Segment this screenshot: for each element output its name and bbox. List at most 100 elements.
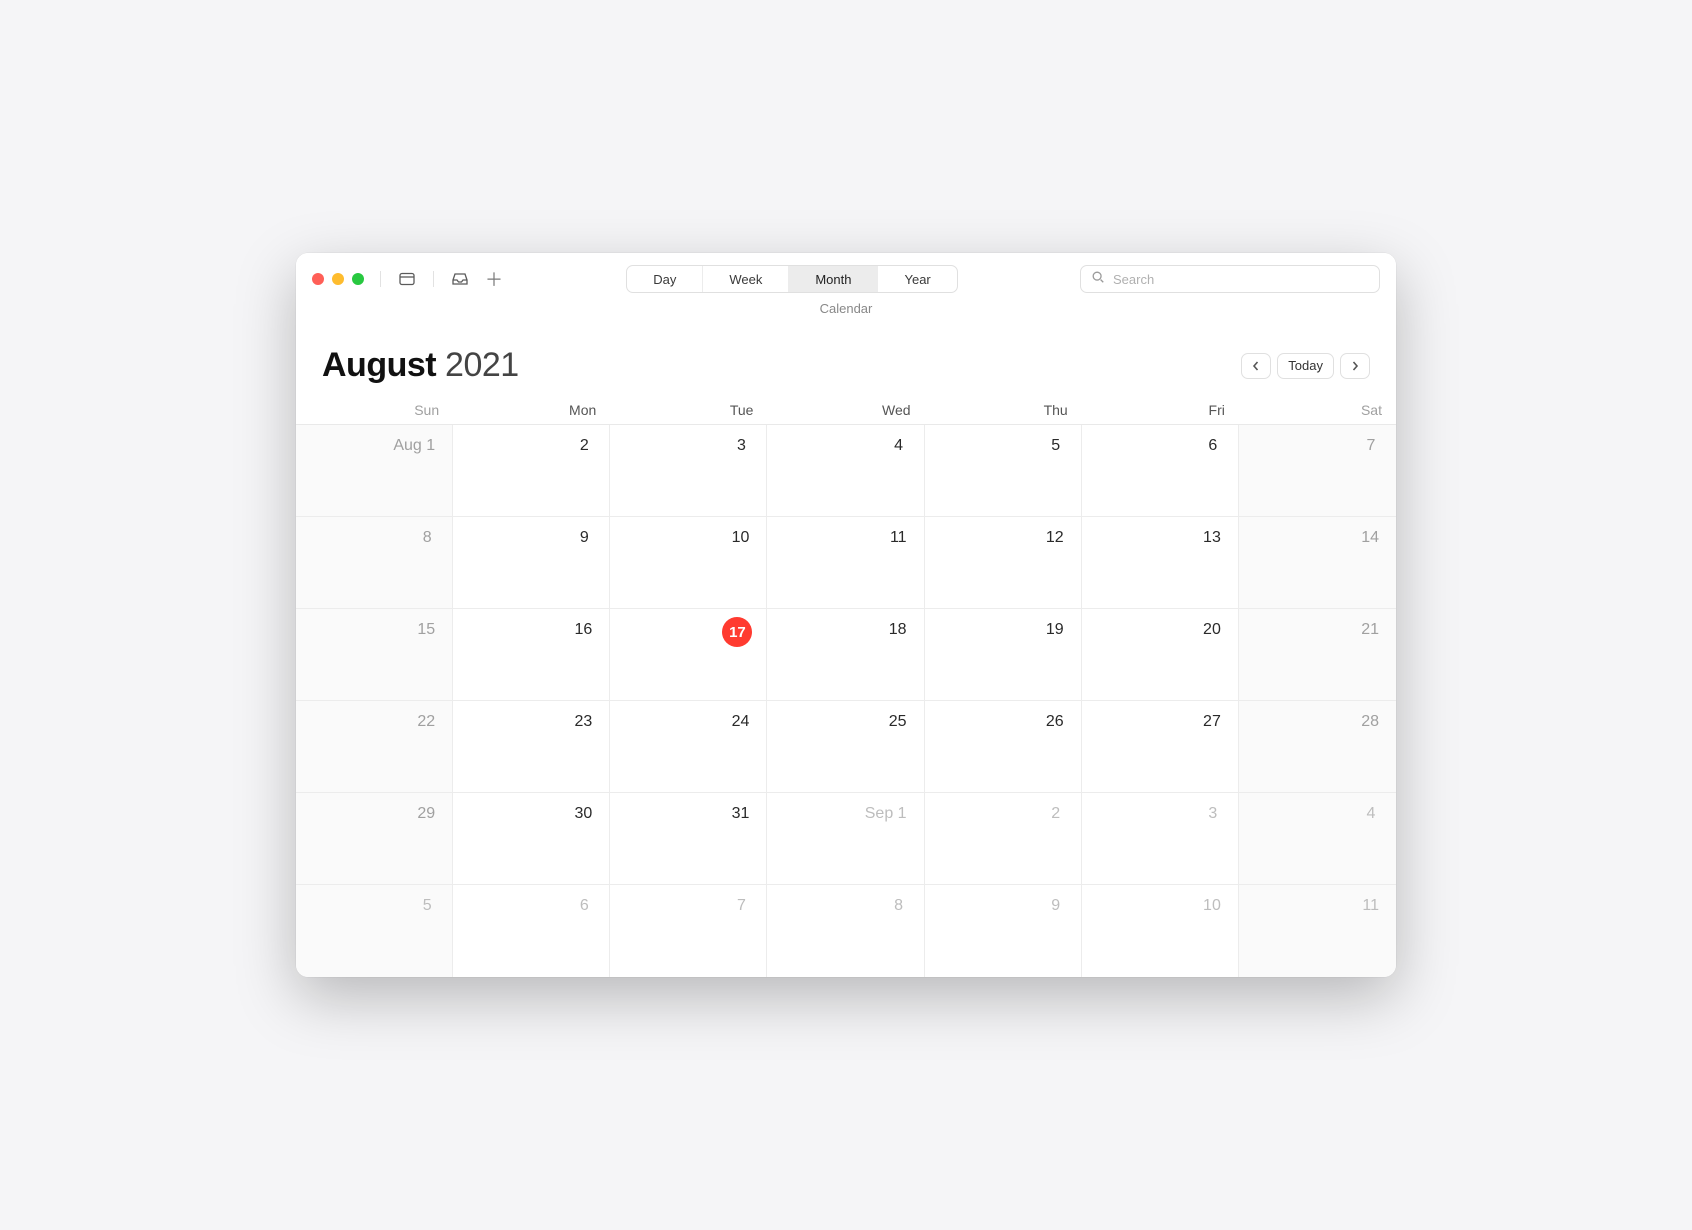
day-cell[interactable]: 5 <box>296 885 453 977</box>
day-cell[interactable]: 23 <box>453 701 610 793</box>
day-cell[interactable]: 12 <box>925 517 1082 609</box>
day-cell[interactable]: 30 <box>453 793 610 885</box>
day-number: 8 <box>416 525 438 551</box>
maximize-window-button[interactable] <box>352 273 364 285</box>
day-cell[interactable]: 3 <box>610 425 767 517</box>
day-cell[interactable]: 16 <box>453 609 610 701</box>
day-cell[interactable]: 28 <box>1239 701 1396 793</box>
day-cell[interactable]: 15 <box>296 609 453 701</box>
day-cell[interactable]: 9 <box>453 517 610 609</box>
day-number: 5 <box>1045 433 1067 459</box>
day-number: 20 <box>1200 617 1224 643</box>
day-cell[interactable]: 31 <box>610 793 767 885</box>
month-nav: Today <box>1241 353 1370 379</box>
tab-month[interactable]: Month <box>789 266 878 292</box>
weekday-sun: Sun <box>296 396 453 424</box>
day-number: 29 <box>414 801 438 827</box>
weekday-thu: Thu <box>925 396 1082 424</box>
day-cell[interactable]: 29 <box>296 793 453 885</box>
day-cell[interactable]: 2 <box>925 793 1082 885</box>
day-cell[interactable]: 8 <box>767 885 924 977</box>
day-cell[interactable]: 22 <box>296 701 453 793</box>
calendar-header: August 2021 Today <box>296 332 1396 396</box>
view-switcher: Day Week Month Year <box>626 265 958 293</box>
day-cell[interactable]: 3 <box>1082 793 1239 885</box>
day-number: 6 <box>1202 433 1224 459</box>
day-number: 26 <box>1043 709 1067 735</box>
month-grid: Aug 123456789101112131415161718192021222… <box>296 425 1396 977</box>
day-cell[interactable]: 27 <box>1082 701 1239 793</box>
day-number: 3 <box>1202 801 1224 827</box>
day-number: 2 <box>573 433 595 459</box>
calendar-window: ＋ Day Week Month Year Calendar August 20… <box>296 253 1396 977</box>
today-button[interactable]: Today <box>1277 353 1334 379</box>
day-number: 5 <box>416 893 438 919</box>
day-cell[interactable]: 24 <box>610 701 767 793</box>
day-number: 14 <box>1358 525 1382 551</box>
toolbar: ＋ Day Week Month Year <box>296 253 1396 301</box>
day-cell[interactable]: 6 <box>1082 425 1239 517</box>
prev-month-button[interactable] <box>1241 353 1271 379</box>
day-cell[interactable]: 2 <box>453 425 610 517</box>
day-cell[interactable]: Aug 1 <box>296 425 453 517</box>
day-cell[interactable]: 10 <box>1082 885 1239 977</box>
day-number: 10 <box>1200 893 1224 919</box>
day-cell[interactable]: 20 <box>1082 609 1239 701</box>
day-number: 24 <box>729 709 753 735</box>
day-number: 19 <box>1043 617 1067 643</box>
day-number: 25 <box>886 709 910 735</box>
weekday-mon: Mon <box>453 396 610 424</box>
search-icon <box>1091 270 1105 289</box>
add-event-icon[interactable]: ＋ <box>484 269 504 289</box>
tab-week[interactable]: Week <box>703 266 789 292</box>
day-cell[interactable]: Sep 1 <box>767 793 924 885</box>
day-cell[interactable]: 9 <box>925 885 1082 977</box>
day-cell[interactable]: 8 <box>296 517 453 609</box>
weekday-sat: Sat <box>1239 396 1396 424</box>
close-window-button[interactable] <box>312 273 324 285</box>
day-cell[interactable]: 11 <box>767 517 924 609</box>
day-number: 6 <box>573 893 595 919</box>
day-cell[interactable]: 7 <box>610 885 767 977</box>
weekday-header-row: Sun Mon Tue Wed Thu Fri Sat <box>296 396 1396 425</box>
day-cell[interactable]: 17 <box>610 609 767 701</box>
day-number: 23 <box>571 709 595 735</box>
day-number: 28 <box>1358 709 1382 735</box>
divider <box>433 271 434 287</box>
day-cell[interactable]: 25 <box>767 701 924 793</box>
inbox-icon[interactable] <box>450 269 470 289</box>
weekday-fri: Fri <box>1082 396 1239 424</box>
search-input[interactable] <box>1113 272 1369 287</box>
calendars-sidebar-icon[interactable] <box>397 269 417 289</box>
tab-day[interactable]: Day <box>627 266 703 292</box>
day-number: 7 <box>1360 433 1382 459</box>
day-cell[interactable]: 14 <box>1239 517 1396 609</box>
day-cell[interactable]: 26 <box>925 701 1082 793</box>
day-number: 15 <box>414 617 438 643</box>
day-cell[interactable]: 10 <box>610 517 767 609</box>
day-cell[interactable]: 19 <box>925 609 1082 701</box>
day-cell[interactable]: 21 <box>1239 609 1396 701</box>
day-number: 12 <box>1043 525 1067 551</box>
year-label: 2021 <box>445 346 519 384</box>
day-cell[interactable]: 4 <box>1239 793 1396 885</box>
day-number: 17 <box>722 617 752 647</box>
minimize-window-button[interactable] <box>332 273 344 285</box>
day-cell[interactable]: 6 <box>453 885 610 977</box>
day-number: 11 <box>1359 893 1382 919</box>
day-number: 2 <box>1045 801 1067 827</box>
day-cell[interactable]: 4 <box>767 425 924 517</box>
window-controls <box>312 273 364 285</box>
day-number: 13 <box>1200 525 1224 551</box>
day-cell[interactable]: 11 <box>1239 885 1396 977</box>
day-cell[interactable]: 5 <box>925 425 1082 517</box>
day-cell[interactable]: 13 <box>1082 517 1239 609</box>
tab-year[interactable]: Year <box>878 266 956 292</box>
next-month-button[interactable] <box>1340 353 1370 379</box>
day-number: 8 <box>888 893 910 919</box>
search-field[interactable] <box>1080 265 1380 293</box>
day-number: 3 <box>730 433 752 459</box>
day-number: 31 <box>729 801 753 827</box>
day-cell[interactable]: 7 <box>1239 425 1396 517</box>
day-cell[interactable]: 18 <box>767 609 924 701</box>
